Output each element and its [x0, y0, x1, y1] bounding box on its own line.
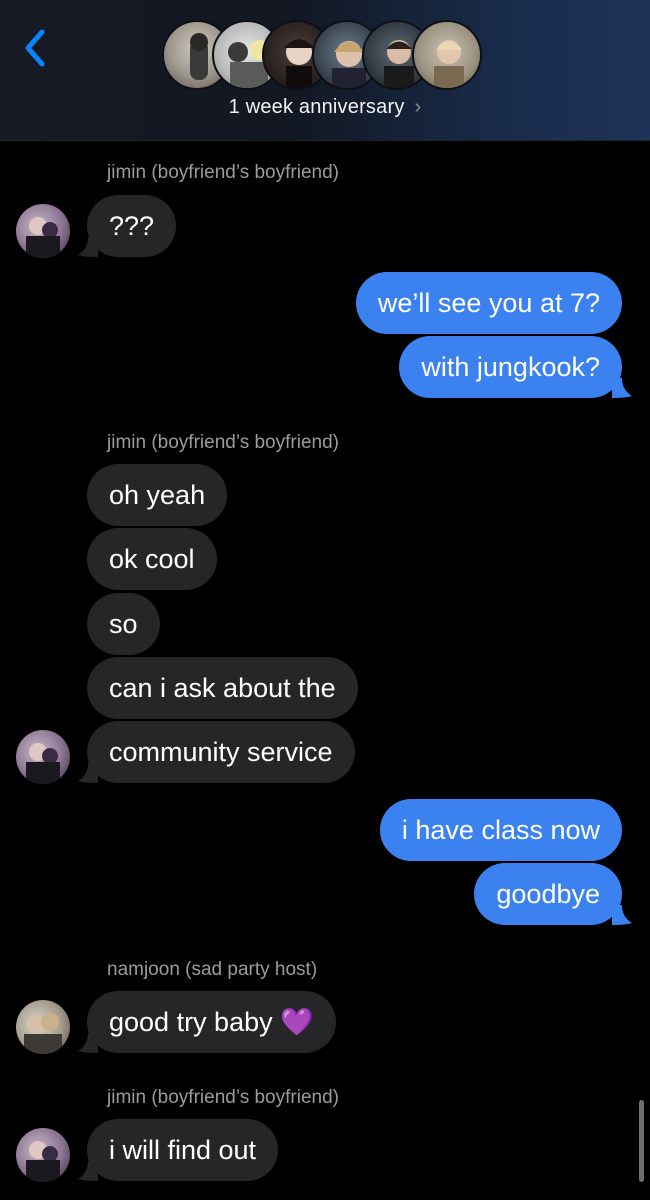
outgoing-message-bubble[interactable]: we’ll see you at 7?: [355, 272, 622, 334]
message-text: i have class now: [401, 815, 600, 845]
bubble-tail: [612, 378, 632, 398]
bubble-tail: [78, 1161, 98, 1181]
bubble-tail: [612, 905, 632, 925]
message-text: we’ll see you at 7?: [377, 288, 600, 318]
sender-name: jimin (boyfriend’s boyfriend): [107, 1087, 339, 1108]
sender-name: jimin (boyfriend’s boyfriend): [107, 432, 339, 453]
incoming-message-bubble[interactable]: ???: [87, 195, 177, 257]
conversation-title[interactable]: 1 week anniversary ›: [0, 96, 650, 119]
bubble-tail: [78, 237, 98, 257]
scrollbar[interactable]: [639, 1100, 644, 1182]
conversation-title-text: 1 week anniversary: [228, 96, 405, 118]
sender-avatar[interactable]: [16, 1128, 70, 1182]
sender-avatar[interactable]: [16, 1000, 70, 1054]
incoming-message-bubble[interactable]: oh yeah: [87, 464, 228, 526]
message-text: good try baby 💜: [109, 1007, 314, 1037]
chevron-left-icon: [25, 29, 45, 67]
message-text: with jungkook?: [421, 352, 600, 382]
group-avatar-stack[interactable]: [160, 20, 490, 92]
message-text: so: [109, 609, 138, 639]
message-text: community service: [109, 737, 333, 767]
incoming-message-bubble[interactable]: ok cool: [87, 528, 217, 590]
incoming-message-bubble[interactable]: community service: [87, 721, 355, 783]
message-text: can i ask about the: [109, 673, 336, 703]
outgoing-message-bubble[interactable]: with jungkook?: [399, 336, 622, 398]
message-text: goodbye: [496, 879, 600, 909]
bubble-tail: [78, 1033, 98, 1053]
incoming-message-bubble[interactable]: can i ask about the: [87, 657, 358, 719]
bubble-tail: [78, 763, 98, 783]
message-text: oh yeah: [109, 480, 206, 510]
outgoing-message-bubble[interactable]: i have class now: [379, 799, 622, 861]
incoming-message-bubble[interactable]: good try baby 💜: [87, 991, 336, 1053]
sender-name: jimin (boyfriend’s boyfriend): [107, 162, 339, 183]
incoming-message-bubble[interactable]: i will find out: [87, 1119, 279, 1181]
message-text: ???: [109, 211, 155, 241]
message-text: i will find out: [109, 1135, 257, 1165]
group-member-avatar: [412, 20, 482, 90]
sender-avatar[interactable]: [16, 730, 70, 784]
outgoing-message-bubble[interactable]: goodbye: [474, 863, 622, 925]
chevron-right-icon: ›: [414, 96, 422, 118]
conversation-header: 1 week anniversary ›: [0, 0, 650, 141]
message-text: ok cool: [109, 544, 195, 574]
sender-avatar[interactable]: [16, 204, 70, 258]
incoming-message-bubble[interactable]: so: [87, 593, 160, 655]
back-button[interactable]: [18, 26, 50, 70]
sender-name: namjoon (sad party host): [107, 959, 318, 980]
